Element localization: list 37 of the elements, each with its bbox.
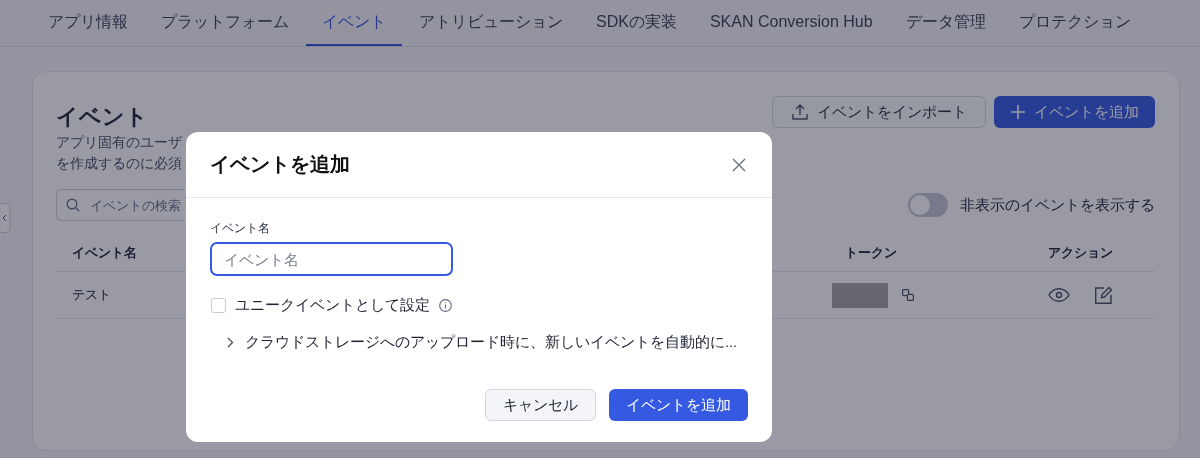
chevron-icon[interactable] bbox=[227, 337, 234, 348]
column-header: アクション bbox=[1005, 235, 1155, 272]
description-text: アプリ固有のユーザ bbox=[56, 133, 182, 152]
import-button[interactable]: イベントをインポート bbox=[772, 96, 986, 128]
copy-icon[interactable] bbox=[902, 289, 914, 301]
close-icon[interactable] bbox=[732, 157, 746, 172]
submit-button[interactable]: イベントを追加 bbox=[609, 389, 748, 421]
tab[interactable]: データ管理 bbox=[889, 0, 1002, 46]
expander-label[interactable]: クラウドストレージへのアップロード時に、新しいイベントを自動的に... bbox=[245, 333, 738, 352]
event-name-field[interactable]: イベント名 bbox=[210, 242, 453, 276]
redacted-token bbox=[832, 282, 888, 308]
tab[interactable]: SKAN Conversion Hub bbox=[693, 0, 889, 46]
tab[interactable]: イベント bbox=[306, 0, 402, 46]
search-field[interactable]: イベントの検索 bbox=[56, 189, 184, 221]
search-icon bbox=[66, 198, 80, 212]
tab[interactable]: プラットフォーム bbox=[145, 0, 305, 46]
tab[interactable]: プロテクション bbox=[1002, 0, 1147, 46]
toggle-label: 非表示のイベントを表示する bbox=[960, 195, 1155, 215]
tab[interactable]: SDKの実装 bbox=[580, 0, 693, 46]
column-header: トークン bbox=[829, 235, 1005, 272]
dialog-title: イベントを追加 bbox=[210, 152, 350, 177]
cancel-button[interactable]: キャンセル bbox=[485, 389, 596, 421]
description-text: を作成するのに必須 bbox=[56, 154, 182, 173]
checkbox-label: ユニークイベントとして設定 bbox=[235, 296, 430, 315]
info-icon bbox=[439, 299, 452, 312]
field-label: イベント名 bbox=[210, 220, 271, 237]
toggle-switch[interactable] bbox=[908, 193, 948, 217]
view-icon[interactable] bbox=[1047, 288, 1070, 302]
tab[interactable]: アトリビューション bbox=[403, 0, 579, 46]
checkbox[interactable] bbox=[211, 298, 226, 313]
upload-icon bbox=[791, 103, 809, 121]
plus-icon bbox=[1010, 104, 1026, 120]
tab[interactable]: アプリ情報 bbox=[32, 0, 144, 46]
add-event-button[interactable]: イベントを追加 bbox=[994, 96, 1155, 128]
page-title: イベント bbox=[56, 103, 148, 131]
collapse-handle-icon[interactable] bbox=[1, 203, 11, 233]
edit-icon[interactable] bbox=[1093, 285, 1113, 305]
